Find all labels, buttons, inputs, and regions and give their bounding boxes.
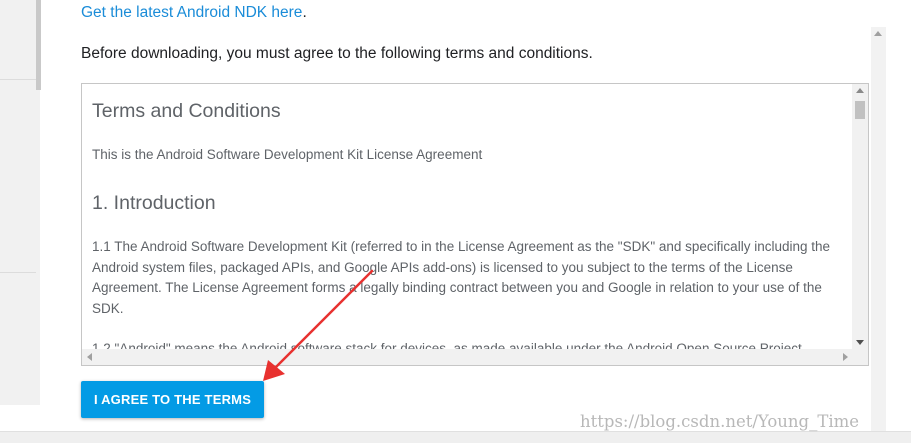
terms-horizontal-scrollbar[interactable] xyxy=(82,349,868,365)
scroll-left-arrow-icon[interactable] xyxy=(87,353,92,361)
terms-paragraph: 1.1 The Android Software Development Kit… xyxy=(92,239,830,316)
scroll-up-arrow-icon[interactable] xyxy=(856,88,864,93)
watermark-text: https://blog.csdn.net/Young_Time xyxy=(580,412,860,431)
page-scrollbar[interactable] xyxy=(871,27,886,431)
scroll-up-arrow-icon[interactable] xyxy=(874,31,882,36)
terms-vertical-scrollbar[interactable] xyxy=(852,84,868,349)
bottom-strip xyxy=(0,431,911,443)
terms-scroll-box[interactable]: Terms and Conditions This is the Android… xyxy=(81,83,869,366)
left-page-gutter xyxy=(0,0,40,405)
scroll-right-arrow-icon[interactable] xyxy=(843,353,848,361)
terms-subtitle: This is the Android Software Development… xyxy=(92,147,483,162)
ndk-link-suffix: . xyxy=(302,4,307,21)
scroll-down-arrow-icon[interactable] xyxy=(856,340,864,345)
ndk-download-link[interactable]: Get the latest Android NDK here. xyxy=(81,4,307,22)
ndk-link-text[interactable]: Get the latest Android NDK here xyxy=(81,4,302,21)
terms-intro-text: Before downloading, you must agree to th… xyxy=(81,45,593,62)
gutter-divider xyxy=(0,79,36,80)
scroll-thumb[interactable] xyxy=(855,101,865,119)
agree-terms-button[interactable]: I AGREE TO THE TERMS xyxy=(81,381,264,418)
section-heading: 1. Introduction xyxy=(92,192,216,214)
gutter-divider xyxy=(0,272,36,273)
terms-title: Terms and Conditions xyxy=(92,100,281,122)
